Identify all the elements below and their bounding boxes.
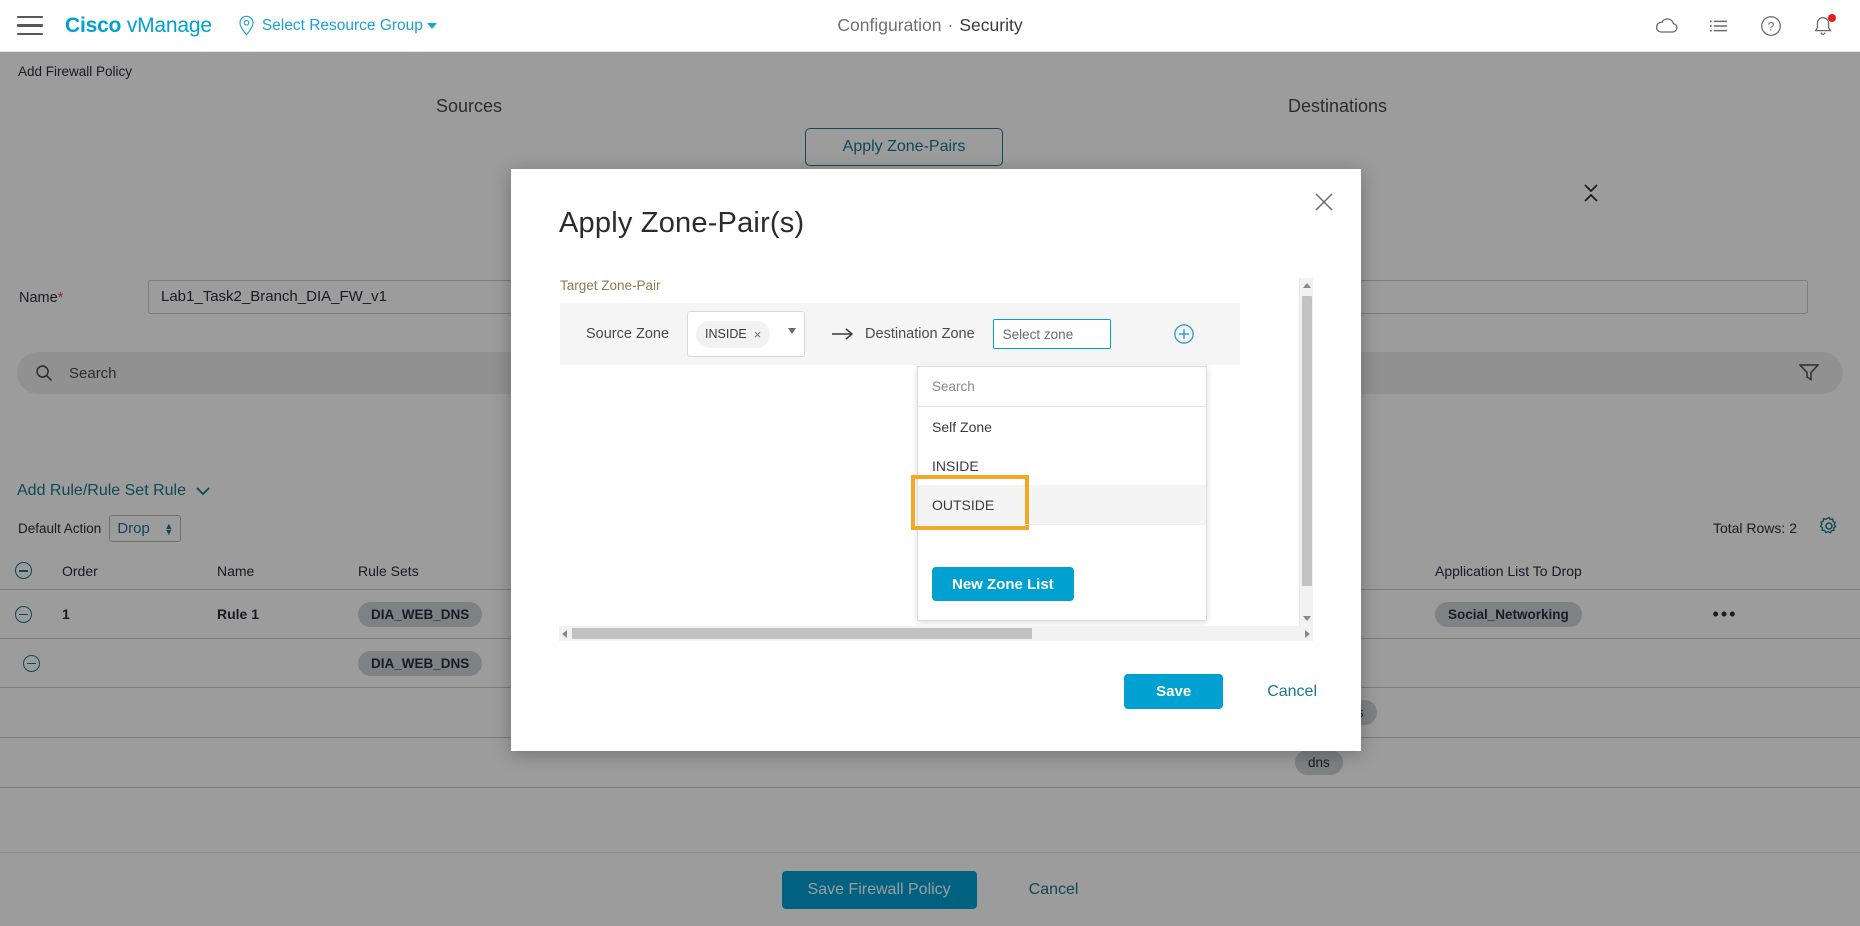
cloud-icon[interactable]	[1654, 13, 1680, 39]
search-icon	[36, 365, 53, 382]
protocol-tag: dns	[1295, 750, 1343, 775]
default-action-value: Drop	[117, 520, 150, 537]
destination-zone-dropdown: Search Self Zone INSIDE OUTSIDE New Zone…	[911, 366, 1207, 621]
column-header-order: Order	[62, 562, 98, 579]
rule-set-tag: DIA_WEB_DNS	[358, 650, 483, 676]
chevron-down-icon	[196, 487, 211, 495]
modal-title: Apply Zone-Pair(s)	[559, 207, 805, 239]
remove-chip-icon[interactable]: ×	[754, 327, 762, 342]
modal-cancel-button[interactable]: Cancel	[1267, 683, 1317, 701]
rule-set-tag: DIA_WEB_DNS	[358, 601, 483, 627]
filter-icon[interactable]	[1799, 363, 1819, 381]
column-header-name: Name	[217, 562, 255, 579]
hamburger-menu-icon[interactable]	[17, 15, 43, 36]
notification-badge-dot	[1828, 13, 1836, 22]
cancel-button[interactable]: Cancel	[1029, 881, 1079, 899]
add-rule-label: Add Rule/Rule Set Rule	[17, 482, 186, 499]
total-rows-count: Total Rows: 2	[1712, 520, 1797, 536]
stage-label-sources: Sources	[436, 96, 503, 116]
dropdown-search-input[interactable]: Search	[918, 367, 1206, 407]
page-title-separator: ·	[947, 15, 954, 35]
policy-name-label: Name*	[19, 290, 63, 306]
expand-collapse-chevrons[interactable]	[1580, 182, 1602, 204]
modal-save-button[interactable]: Save	[1124, 674, 1224, 709]
brand-name-bold: Cisco	[65, 13, 122, 37]
page-footer-actions: Save Firewall Policy Cancel	[0, 852, 1860, 926]
row-collapse-toggle[interactable]	[0, 605, 46, 623]
top-header-bar: Cisco vManage Select Resource Group Conf…	[0, 0, 1860, 52]
search-input-placeholder: Search	[69, 364, 117, 382]
source-zone-select[interactable]: INSIDE ×	[687, 311, 806, 357]
dropdown-option-inside[interactable]: INSIDE	[918, 446, 1206, 485]
dropdown-option-outside[interactable]: OUTSIDE	[911, 475, 1206, 530]
modal-footer-actions: Save Cancel	[1124, 674, 1317, 709]
required-asterisk: *	[57, 290, 64, 306]
destination-zone-input[interactable]: Select zone	[992, 319, 1111, 349]
cell-order: 1	[62, 606, 70, 622]
column-header-application-list: Application List To Drop	[1435, 562, 1582, 579]
modal-horizontal-scrollbar[interactable]	[559, 626, 1313, 641]
add-rule-button[interactable]: Add Rule/Rule Set Rule	[17, 482, 211, 500]
minus-circle-icon	[14, 562, 32, 580]
default-action-control: Default Action Drop ▲ ▼	[18, 515, 182, 542]
default-action-label: Default Action	[18, 521, 102, 536]
source-zone-chip-label: INSIDE	[705, 327, 747, 341]
modal-vertical-scrollbar[interactable]	[1299, 278, 1313, 626]
destination-zone-label: Destination Zone	[865, 326, 975, 342]
dropdown-option-self-zone[interactable]: Self Zone	[918, 407, 1206, 446]
location-pin-icon	[239, 15, 254, 36]
cell-name: Rule 1	[217, 606, 260, 622]
apply-zone-pairs-button[interactable]: Apply Zone-Pairs	[805, 128, 1003, 166]
close-icon[interactable]	[1313, 191, 1335, 213]
list-icon[interactable]	[1706, 13, 1732, 39]
policy-stage-header: Sources Destinations Apply Zone-Pairs	[0, 84, 1860, 349]
svg-text:?: ?	[1768, 19, 1775, 33]
resource-group-selector[interactable]: Select Resource Group	[238, 15, 437, 36]
stage-label-destinations: Destinations	[1288, 96, 1388, 116]
new-zone-list-button[interactable]: New Zone List	[932, 567, 1074, 601]
default-action-select[interactable]: Drop ▲ ▼	[109, 515, 182, 542]
scroll-left-arrow-icon[interactable]	[562, 630, 567, 638]
dropdown-option-outside-label: OUTSIDE	[932, 496, 995, 513]
arrow-right-icon	[832, 328, 854, 340]
gear-icon[interactable]	[1818, 515, 1840, 537]
vertical-scroll-thumb[interactable]	[1302, 296, 1312, 586]
brand-name-product: vManage	[121, 13, 212, 37]
add-zone-pair-icon[interactable]	[1173, 323, 1195, 345]
dropdown-divider	[918, 524, 1206, 548]
minus-circle-icon	[14, 605, 32, 623]
policy-name-label-text: Name	[19, 290, 58, 306]
stepper-arrows-icon: ▲ ▼	[164, 520, 174, 537]
page-title-current: Security	[959, 15, 1023, 35]
chevron-down-icon	[788, 328, 797, 334]
chevron-down-icon	[1584, 184, 1598, 192]
target-zone-pair-label: Target Zone-Pair	[560, 278, 661, 293]
resource-group-label: Select Resource Group	[261, 16, 423, 34]
save-firewall-policy-button[interactable]: Save Firewall Policy	[781, 870, 977, 909]
application-list-tag: Social_Networking	[1435, 601, 1582, 627]
help-icon[interactable]: ?	[1758, 13, 1784, 39]
source-zone-label: Source Zone	[586, 326, 670, 342]
scroll-up-arrow-icon[interactable]	[1303, 283, 1311, 288]
chevron-up-icon	[1584, 194, 1598, 202]
collapse-all-toggle[interactable]	[0, 562, 46, 580]
chevron-down-icon	[426, 22, 437, 29]
minus-circle-icon	[22, 654, 40, 672]
page-title-section: Configuration	[837, 15, 942, 35]
row-more-actions-button[interactable]: •••	[1695, 604, 1755, 625]
row-collapse-toggle[interactable]	[0, 654, 46, 672]
modal-body: Target Zone-Pair Source Zone INSIDE × De…	[559, 278, 1313, 626]
scroll-right-arrow-icon[interactable]	[1305, 630, 1310, 638]
breadcrumb[interactable]: Add Firewall Policy	[18, 64, 132, 79]
notification-bell-icon[interactable]	[1810, 13, 1836, 39]
apply-zone-pair-modal: Apply Zone-Pair(s) Target Zone-Pair Sour…	[511, 169, 1361, 751]
horizontal-scroll-thumb[interactable]	[572, 628, 1032, 639]
source-zone-chip: INSIDE ×	[696, 320, 771, 348]
zone-pair-row: Source Zone INSIDE × Destination Zone Se…	[560, 303, 1240, 365]
header-icon-group: ?	[1654, 13, 1836, 39]
brand-logo: Cisco vManage	[65, 14, 212, 38]
scroll-down-arrow-icon[interactable]	[1303, 616, 1311, 621]
dropdown-footer: New Zone List	[918, 548, 1206, 620]
